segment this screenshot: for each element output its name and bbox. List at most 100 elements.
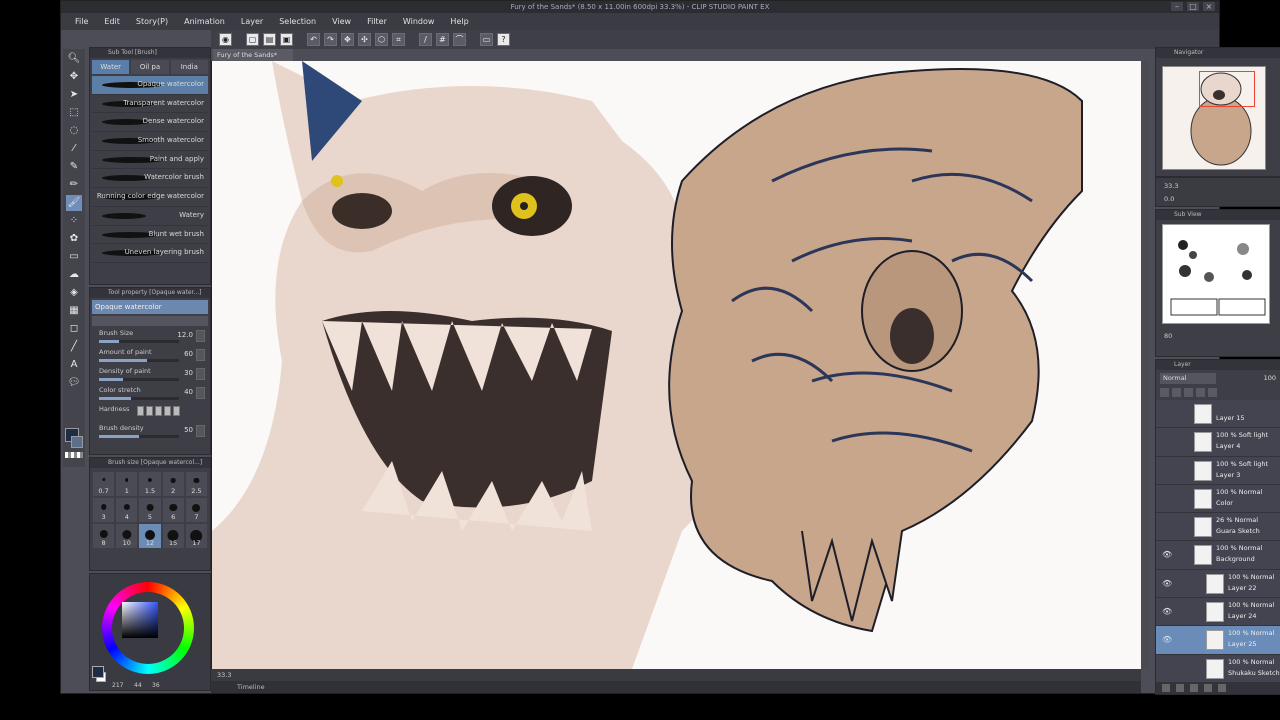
layer-row[interactable]: 👁︎ 100 % Normal Background: [1156, 541, 1280, 570]
crop-icon[interactable]: ⌗: [392, 33, 405, 46]
transform-icon[interactable]: ✥: [341, 33, 354, 46]
display-icon[interactable]: ▭: [480, 33, 493, 46]
menu-filter[interactable]: Filter: [359, 13, 395, 30]
property-slider[interactable]: [99, 359, 179, 362]
brush-item[interactable]: Watery: [92, 207, 208, 226]
brush-item[interactable]: Watercolor brush: [92, 169, 208, 189]
property-slider[interactable]: [99, 435, 179, 438]
timeline-tab[interactable]: Timeline: [211, 681, 1141, 693]
brush-size-cell[interactable]: 10: [116, 524, 138, 548]
brush-size-cell[interactable]: 6: [162, 498, 184, 522]
menu-layer[interactable]: Layer: [233, 13, 271, 30]
brush-item[interactable]: Running color edge watercolor: [92, 188, 208, 207]
menu-story[interactable]: Story(P): [128, 13, 176, 30]
layer-row[interactable]: 100 % Normal Color: [1156, 484, 1280, 514]
property-value[interactable]: 12.0: [177, 331, 193, 339]
tab-india-ink[interactable]: India: [170, 60, 208, 74]
eye-icon[interactable]: 👁︎: [1162, 607, 1172, 616]
subview-zoom[interactable]: 80: [1164, 332, 1172, 340]
menu-view[interactable]: View: [324, 13, 359, 30]
lasso-tool-icon[interactable]: ◌: [66, 123, 82, 139]
mask-icon[interactable]: [1208, 388, 1217, 397]
balloon-tool-icon[interactable]: 💬︎: [66, 375, 82, 391]
selection-tool-icon[interactable]: ⬚: [66, 105, 82, 121]
lock-icon[interactable]: [1160, 388, 1169, 397]
navigator-view-rect[interactable]: [1199, 71, 1255, 107]
property-slider[interactable]: [99, 378, 179, 381]
menu-selection[interactable]: Selection: [271, 13, 324, 30]
help-icon[interactable]: ?: [497, 33, 510, 46]
menu-file[interactable]: File: [67, 13, 96, 30]
reference-image[interactable]: [1162, 224, 1270, 324]
airbrush-tool-icon[interactable]: ⁘: [66, 213, 82, 229]
hardness-selector[interactable]: [137, 406, 180, 416]
clip-studio-icon[interactable]: ◉: [219, 33, 232, 46]
move-tool-icon[interactable]: ✥: [66, 69, 82, 85]
snap-grid-icon[interactable]: #: [436, 33, 449, 46]
brush-size-cell[interactable]: 2: [162, 472, 184, 496]
eye-icon[interactable]: 👁︎: [1162, 635, 1172, 644]
property-spinner[interactable]: [196, 425, 205, 437]
close-button[interactable]: ×: [1203, 2, 1215, 11]
layer-row[interactable]: Layer 15: [1156, 400, 1280, 429]
text-tool-icon[interactable]: A: [66, 357, 82, 373]
layer-opacity[interactable]: 100: [1264, 374, 1276, 382]
property-value[interactable]: 60: [184, 350, 193, 358]
brush-tool-icon[interactable]: 🖌︎: [66, 195, 82, 211]
menu-edit[interactable]: Edit: [96, 13, 128, 30]
layer-row[interactable]: 100 % Soft light Layer 3: [1156, 456, 1280, 485]
canvas-tab[interactable]: Fury of the Sands*: [213, 49, 293, 61]
property-slider[interactable]: [99, 340, 179, 343]
eye-icon[interactable]: 👁︎: [1162, 550, 1172, 559]
new-file-icon[interactable]: ▢: [246, 33, 259, 46]
eraser-tool-icon[interactable]: ▭: [66, 249, 82, 265]
brush-item[interactable]: Blunt wet brush: [92, 226, 208, 245]
eye-icon[interactable]: 👁︎: [1162, 579, 1172, 588]
layer-row[interactable]: 100 % Normal Shukaku Sketch: [1156, 654, 1280, 683]
brush-size-cell[interactable]: 8: [93, 524, 115, 548]
new-folder-icon[interactable]: [1190, 684, 1198, 692]
menu-help[interactable]: Help: [442, 13, 476, 30]
brush-size-cell[interactable]: 1.5: [139, 472, 161, 496]
figure-tool-icon[interactable]: ◻: [66, 321, 82, 337]
move-icon[interactable]: ✣: [358, 33, 371, 46]
snap-special-icon[interactable]: ⌒: [453, 33, 466, 46]
brush-item[interactable]: Paint and apply: [92, 151, 208, 170]
brush-size-cell[interactable]: 5: [139, 498, 161, 522]
brush-size-cell[interactable]: 3: [93, 498, 115, 522]
navigator-thumbnail[interactable]: [1162, 66, 1266, 170]
new-vector-layer-icon[interactable]: [1176, 684, 1184, 692]
background-color-chip[interactable]: [71, 436, 83, 448]
brush-item[interactable]: Smooth watercolor: [92, 132, 208, 151]
color-chips[interactable]: [63, 426, 85, 462]
property-value[interactable]: 50: [184, 426, 193, 434]
brush-item[interactable]: Uneven layering brush: [92, 244, 208, 263]
save-icon[interactable]: ▣: [280, 33, 293, 46]
transparent-color-chip[interactable]: [65, 452, 83, 458]
draft-icon[interactable]: [1196, 388, 1205, 397]
undo-icon[interactable]: ↶: [307, 33, 320, 46]
delete-layer-icon[interactable]: [1218, 684, 1226, 692]
zoom-tool-icon[interactable]: 🔍︎: [66, 51, 82, 67]
brush-size-cell[interactable]: 4: [116, 498, 138, 522]
merge-icon[interactable]: [1204, 684, 1212, 692]
canvas-scrollbar[interactable]: [1141, 61, 1149, 669]
canvas[interactable]: [211, 61, 1141, 669]
foreground-color-swatch[interactable]: [92, 666, 104, 678]
new-layer-icon[interactable]: [1162, 684, 1170, 692]
operation-tool-icon[interactable]: ➤: [66, 87, 82, 103]
menu-window[interactable]: Window: [395, 13, 443, 30]
fill-icon[interactable]: ⬡: [375, 33, 388, 46]
property-spinner[interactable]: [196, 368, 205, 380]
brush-size-cell[interactable]: 12: [139, 524, 161, 548]
navigator-zoom[interactable]: 33.3: [1164, 182, 1178, 190]
maximize-button[interactable]: □: [1187, 2, 1199, 11]
brush-size-cell[interactable]: 2.5: [185, 472, 207, 496]
pencil-tool-icon[interactable]: ✏: [66, 177, 82, 193]
brush-item[interactable]: Opaque watercolor: [92, 76, 208, 95]
gradient-tool-icon[interactable]: ▦: [66, 303, 82, 319]
property-slider[interactable]: [99, 397, 179, 400]
ruler-tool-icon[interactable]: ╱: [66, 339, 82, 355]
fill-tool-icon[interactable]: ◈: [66, 285, 82, 301]
redo-icon[interactable]: ↷: [324, 33, 337, 46]
